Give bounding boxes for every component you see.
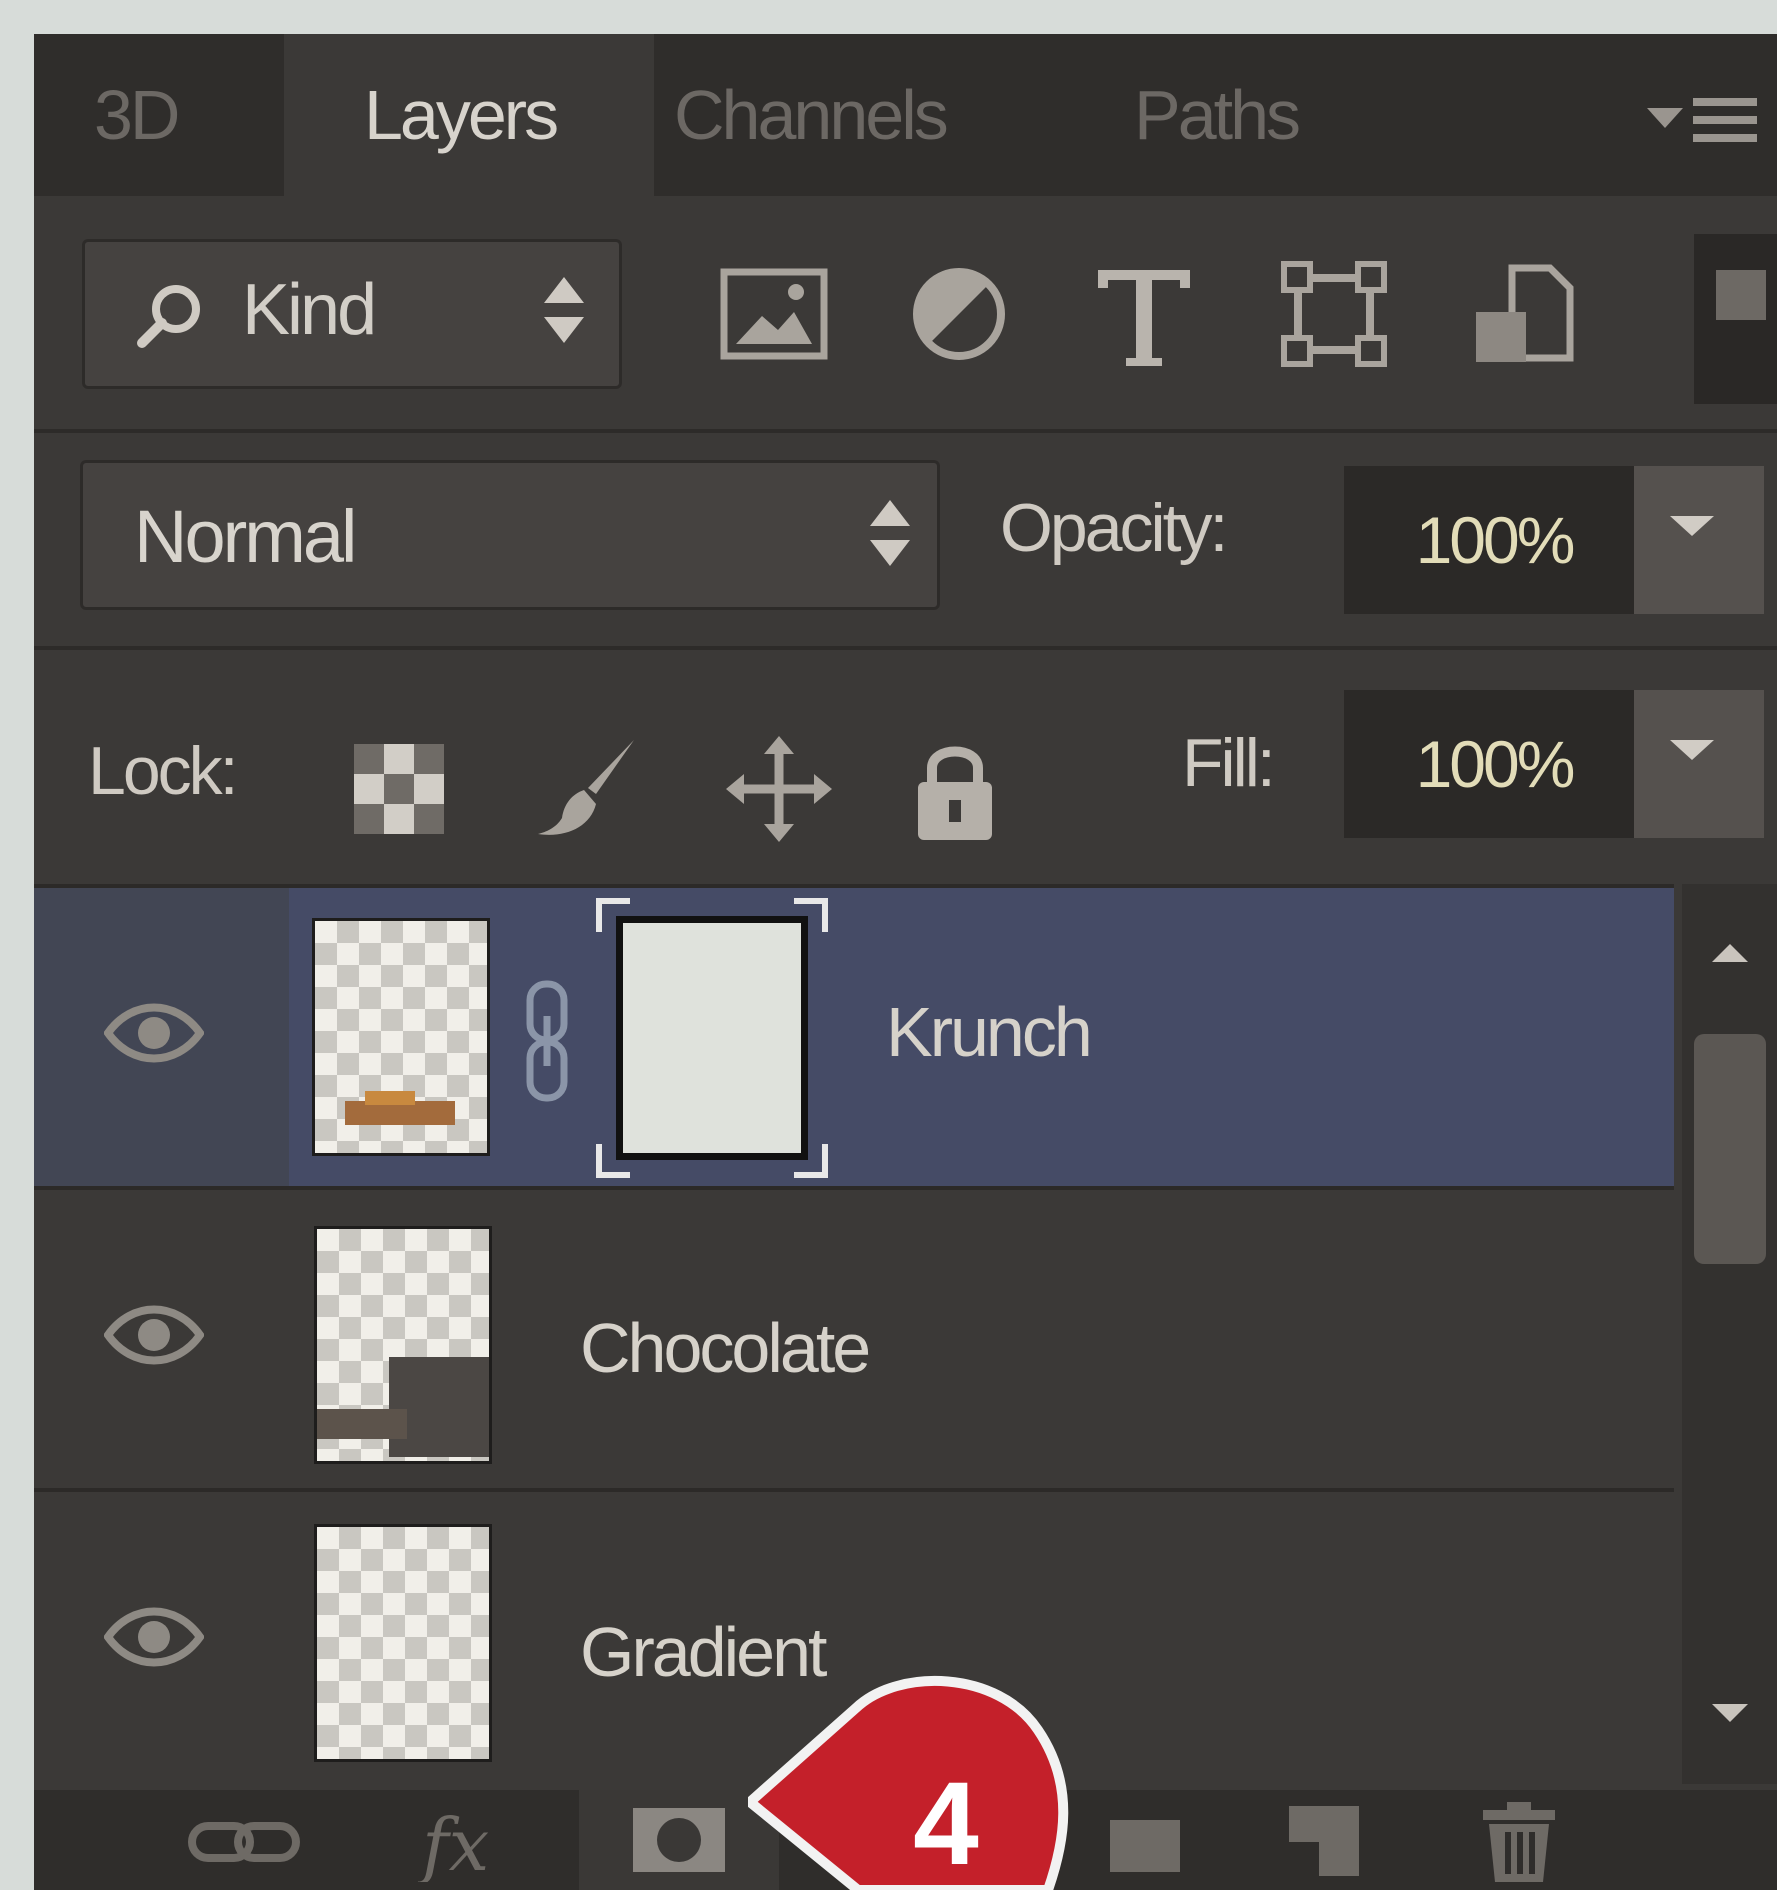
tab-3d[interactable]: 3D: [94, 34, 294, 196]
layer-mask-thumbnail[interactable]: [596, 898, 828, 1178]
scroll-thumb[interactable]: [1694, 1034, 1766, 1264]
filter-kind-select[interactable]: Kind: [82, 239, 622, 389]
tab-paths[interactable]: Paths: [1134, 34, 1394, 196]
link-layers-icon[interactable]: [184, 1802, 304, 1882]
fill-input[interactable]: 100%: [1344, 690, 1644, 838]
lock-position-move-icon[interactable]: [724, 734, 834, 844]
lock-label: Lock:: [88, 733, 239, 809]
callout-number: 4: [913, 1758, 979, 1890]
shape-filter-icon[interactable]: [1274, 254, 1394, 374]
blend-mode-select[interactable]: Normal: [80, 460, 940, 610]
opacity-label: Opacity:: [1000, 490, 1228, 566]
tab-channels[interactable]: Channels: [674, 34, 1074, 196]
stepper-arrows-icon: [544, 277, 584, 347]
type-filter-icon[interactable]: [1084, 254, 1204, 374]
new-group-icon[interactable]: [1094, 1802, 1194, 1882]
eye-visibility-icon[interactable]: [104, 993, 204, 1073]
lock-all-icon[interactable]: [900, 734, 1010, 844]
fx-icon[interactable]: fx: [414, 1802, 534, 1882]
layer-row-chocolate[interactable]: Chocolate: [34, 1186, 1674, 1488]
opacity-dropdown-button[interactable]: [1634, 466, 1764, 614]
layers-scrollbar[interactable]: [1682, 884, 1777, 1784]
scroll-up-icon[interactable]: [1712, 944, 1748, 962]
chevron-down-icon: [1670, 740, 1714, 760]
panel-tab-bar: 3D Layers Channels Paths: [34, 34, 1777, 196]
eye-visibility-icon[interactable]: [104, 1597, 204, 1677]
lock-image-pixels-brush-icon[interactable]: [534, 734, 644, 844]
eye-visibility-icon[interactable]: [104, 1295, 204, 1375]
lock-transparent-pixels-icon[interactable]: [344, 734, 454, 844]
layer-name[interactable]: Chocolate: [580, 1308, 871, 1388]
new-layer-icon[interactable]: [1269, 1802, 1369, 1882]
layer-name[interactable]: Krunch: [886, 992, 1093, 1072]
adjustment-filter-icon[interactable]: [899, 254, 1019, 374]
scroll-down-icon[interactable]: [1712, 1704, 1748, 1722]
mask-link-chain-icon[interactable]: [518, 976, 576, 1106]
layer-thumbnail[interactable]: [314, 1226, 492, 1464]
layers-list: Krunch Chocolate Gradient: [34, 884, 1674, 1790]
opacity-input[interactable]: 100%: [1344, 466, 1644, 614]
panel-menu-icon[interactable]: [1647, 94, 1757, 154]
tab-layers[interactable]: Layers: [284, 34, 654, 196]
layer-thumbnail[interactable]: [312, 918, 490, 1156]
add-mask-icon: [633, 1808, 725, 1872]
layer-thumbnail[interactable]: [314, 1524, 492, 1762]
search-icon: [137, 285, 200, 348]
svg-text:fx: fx: [417, 1803, 489, 1882]
divider: [34, 646, 1777, 650]
trash-icon[interactable]: [1469, 1802, 1569, 1882]
stepper-arrows-icon: [870, 500, 910, 570]
layer-row-krunch[interactable]: Krunch: [34, 884, 1674, 1186]
fill-dropdown-button[interactable]: [1634, 690, 1764, 838]
smart-object-filter-icon[interactable]: [1462, 254, 1582, 374]
filter-kind-label: Kind: [242, 270, 377, 350]
image-filter-icon[interactable]: [714, 254, 834, 374]
chevron-down-icon: [1670, 516, 1714, 536]
fill-label: Fill:: [1182, 725, 1276, 801]
divider: [34, 429, 1777, 433]
step-callout-badge: 4: [748, 1675, 1069, 1890]
filter-toggle[interactable]: [1694, 234, 1777, 404]
layers-panel: 3D Layers Channels Paths Kind Normal Opa…: [34, 34, 1777, 1890]
blend-mode-value: Normal: [134, 495, 357, 578]
